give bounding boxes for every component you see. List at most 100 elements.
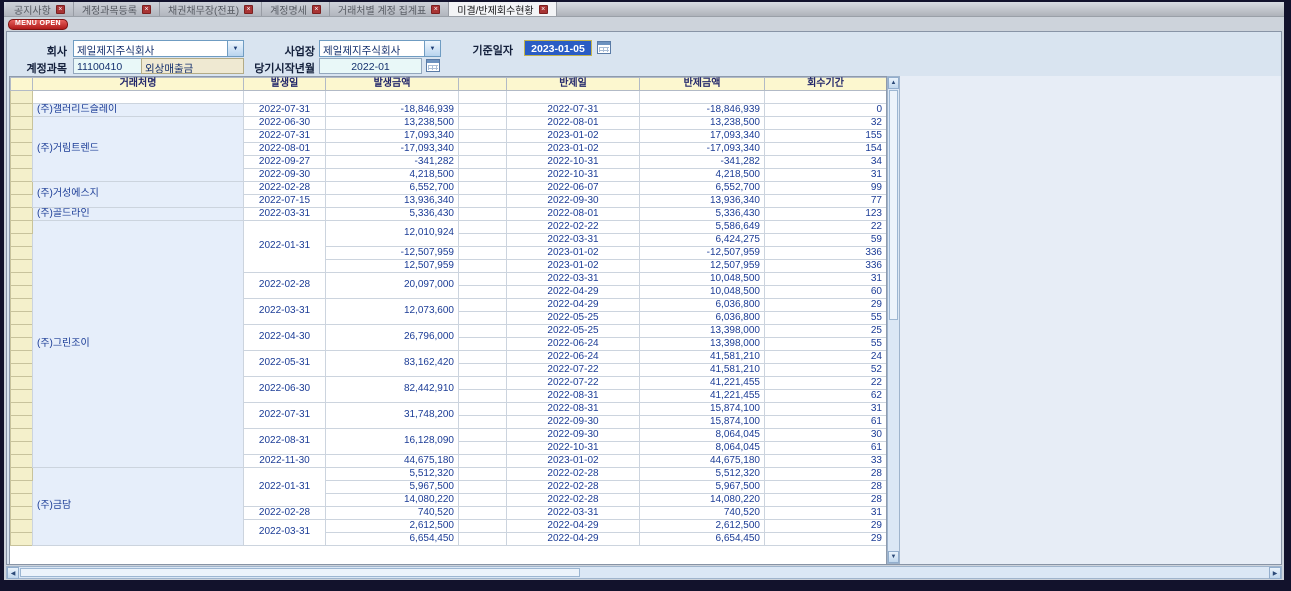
scroll-right-icon[interactable]: ▶	[1269, 567, 1281, 579]
repay-amount-cell[interactable]: -341,282	[640, 155, 765, 168]
tab-active[interactable]: 미결/반제회수현황×	[449, 2, 556, 16]
base-date-input[interactable]: 2023-01-05	[524, 40, 592, 56]
repay-date-cell[interactable]: 2022-10-31	[507, 168, 640, 181]
repay-date-cell[interactable]: 2022-02-28	[507, 480, 640, 493]
occur-amount-cell[interactable]: 17,093,340	[326, 129, 459, 142]
row-selector[interactable]	[11, 402, 33, 415]
chevron-down-icon[interactable]: ▼	[227, 41, 243, 56]
tab-close-icon[interactable]: ×	[142, 5, 151, 14]
repay-date-cell[interactable]: 2022-06-24	[507, 350, 640, 363]
repay-amount-cell[interactable]: 5,586,649	[640, 220, 765, 233]
customer-cell[interactable]: (주)금담	[33, 467, 244, 545]
occur-date-cell[interactable]: 2022-03-31	[244, 519, 326, 545]
repay-amount-cell[interactable]: 6,654,450	[640, 532, 765, 545]
row-selector[interactable]	[11, 493, 33, 506]
row-selector[interactable]	[11, 233, 33, 246]
repay-date-cell[interactable]: 2023-01-02	[507, 142, 640, 155]
row-selector[interactable]	[11, 246, 33, 259]
row-selector[interactable]	[11, 311, 33, 324]
scrollbar-track[interactable]	[888, 321, 899, 551]
occur-amount-cell[interactable]: 740,520	[326, 506, 459, 519]
repay-date-cell[interactable]: 2022-04-29	[507, 298, 640, 311]
header-repay-date[interactable]: 반제일	[507, 78, 640, 91]
start-month-input[interactable]: 2022-01	[319, 58, 422, 74]
customer-cell[interactable]: (주)갤러리드슬레이	[33, 103, 244, 116]
period-cell[interactable]: 28	[765, 480, 887, 493]
row-selector[interactable]	[11, 350, 33, 363]
repay-amount-cell[interactable]: 740,520	[640, 506, 765, 519]
occur-amount-cell[interactable]: 31,748,200	[326, 402, 459, 428]
occur-date-cell[interactable]: 2022-02-28	[244, 272, 326, 298]
account-code-input[interactable]: 11100410	[73, 58, 142, 74]
repay-amount-cell[interactable]: 13,398,000	[640, 337, 765, 350]
tab-close-icon[interactable]: ×	[56, 5, 65, 14]
tab-close-icon[interactable]: ×	[244, 5, 253, 14]
repay-amount-cell[interactable]: 4,218,500	[640, 168, 765, 181]
scroll-left-icon[interactable]: ◀	[7, 567, 19, 579]
occur-amount-cell[interactable]: -17,093,340	[326, 142, 459, 155]
repay-date-cell[interactable]: 2022-03-31	[507, 233, 640, 246]
occur-date-cell[interactable]: 2022-06-30	[244, 116, 326, 129]
customer-cell[interactable]: (주)거성에스지	[33, 181, 244, 207]
menu-open-button[interactable]: MENU OPEN	[8, 19, 68, 30]
scrollbar-track[interactable]	[581, 567, 1269, 578]
repay-date-cell[interactable]: 2022-06-24	[507, 337, 640, 350]
repay-amount-cell[interactable]: 41,581,210	[640, 350, 765, 363]
occur-date-cell[interactable]: 2022-05-31	[244, 350, 326, 376]
occur-amount-cell[interactable]: -12,507,959	[326, 246, 459, 259]
period-cell[interactable]: 59	[765, 233, 887, 246]
row-selector[interactable]	[11, 480, 33, 493]
header-occur-amount[interactable]: 발생금액	[326, 78, 459, 91]
row-selector[interactable]	[11, 298, 33, 311]
occur-date-cell[interactable]: 2022-01-31	[244, 220, 326, 272]
period-cell[interactable]: 25	[765, 324, 887, 337]
row-selector[interactable]	[11, 441, 33, 454]
tab-item[interactable]: 채권채무장(전표)×	[160, 2, 262, 16]
repay-date-cell[interactable]: 2022-09-30	[507, 415, 640, 428]
repay-amount-cell[interactable]: 41,221,455	[640, 376, 765, 389]
row-selector[interactable]	[11, 155, 33, 168]
occur-amount-cell[interactable]: -341,282	[326, 155, 459, 168]
repay-date-cell[interactable]: 2022-02-22	[507, 220, 640, 233]
occur-date-cell[interactable]: 2022-04-30	[244, 324, 326, 350]
period-cell[interactable]: 155	[765, 129, 887, 142]
occur-amount-cell[interactable]: 5,967,500	[326, 480, 459, 493]
row-selector[interactable]	[11, 467, 33, 480]
period-cell[interactable]: 55	[765, 311, 887, 324]
repay-date-cell[interactable]: 2022-04-29	[507, 285, 640, 298]
repay-amount-cell[interactable]: 41,221,455	[640, 389, 765, 402]
repay-amount-cell[interactable]: 5,967,500	[640, 480, 765, 493]
repay-amount-cell[interactable]: 2,612,500	[640, 519, 765, 532]
row-selector[interactable]	[11, 168, 33, 181]
occur-date-cell[interactable]: 2022-02-28	[244, 181, 326, 194]
occur-date-cell[interactable]: 2022-02-28	[244, 506, 326, 519]
occur-date-cell[interactable]: 2022-03-31	[244, 207, 326, 220]
occur-date-cell[interactable]: 2022-07-31	[244, 103, 326, 116]
period-cell[interactable]: 61	[765, 415, 887, 428]
repay-date-cell[interactable]	[507, 91, 640, 104]
customer-cell[interactable]: (주)거림트렌드	[33, 116, 244, 181]
period-cell[interactable]	[765, 91, 887, 104]
repay-date-cell[interactable]: 2022-08-31	[507, 389, 640, 402]
tab-close-icon[interactable]: ×	[539, 5, 548, 14]
occur-amount-cell[interactable]: 13,936,340	[326, 194, 459, 207]
row-selector[interactable]	[11, 103, 33, 116]
repay-amount-cell[interactable]: 13,238,500	[640, 116, 765, 129]
occur-amount-cell[interactable]: 2,612,500	[326, 519, 459, 532]
vertical-scrollbar[interactable]: ▲ ▼	[887, 76, 900, 564]
occur-amount-cell[interactable]: 14,080,220	[326, 493, 459, 506]
repay-date-cell[interactable]: 2022-03-31	[507, 272, 640, 285]
row-selector[interactable]	[11, 91, 33, 104]
repay-date-cell[interactable]: 2022-02-28	[507, 493, 640, 506]
row-selector[interactable]	[11, 272, 33, 285]
period-cell[interactable]: 55	[765, 337, 887, 350]
occur-date-cell[interactable]: 2022-06-30	[244, 376, 326, 402]
repay-amount-cell[interactable]: -18,846,939	[640, 103, 765, 116]
repay-amount-cell[interactable]: 6,036,800	[640, 298, 765, 311]
period-cell[interactable]: 31	[765, 402, 887, 415]
repay-amount-cell[interactable]: 10,048,500	[640, 272, 765, 285]
occur-date-cell[interactable]: 2022-11-30	[244, 454, 326, 467]
period-cell[interactable]: 31	[765, 506, 887, 519]
row-selector[interactable]	[11, 285, 33, 298]
occur-amount-cell[interactable]: -18,846,939	[326, 103, 459, 116]
